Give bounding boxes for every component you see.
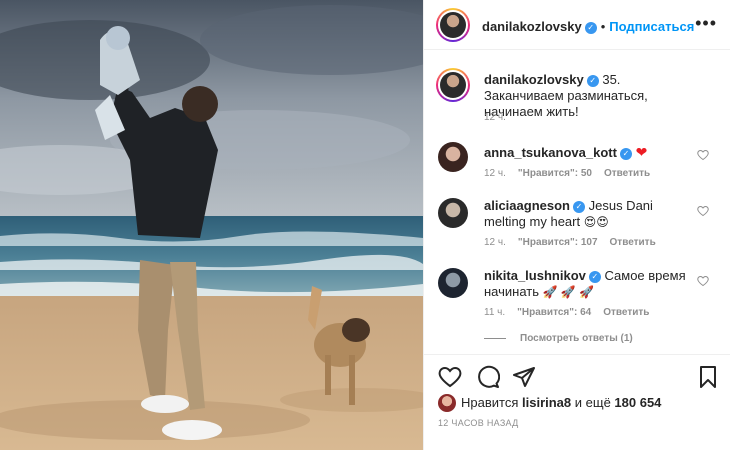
like-heart-icon[interactable] — [438, 365, 462, 389]
save-bookmark-icon[interactable] — [696, 365, 720, 389]
comment-likes[interactable]: "Нравится": 64 — [517, 307, 591, 318]
action-bar — [424, 354, 730, 399]
comment-text: aliciaagneson ✓ Jesus Dani melting my hea… — [484, 198, 694, 230]
liker-username[interactable]: lisirina8 — [522, 395, 571, 410]
likes-summary: Нравится lisirina8 и ещё 180 654 — [438, 394, 661, 412]
view-replies-label: Посмотреть ответы (1) — [520, 333, 633, 344]
share-paper-plane-icon[interactable] — [512, 365, 536, 389]
comment-avatar[interactable] — [438, 142, 468, 172]
author-avatar[interactable] — [436, 8, 470, 42]
likes-middle: и ещё — [574, 395, 611, 410]
red-heart-emoji: ❤ — [635, 144, 648, 160]
comment-username[interactable]: anna_tsukanova_kott — [484, 145, 617, 160]
post-header: danilakozlovsky ✓ • Подписаться ••• — [424, 0, 730, 50]
verified-badge-icon: ✓ — [619, 148, 632, 160]
caption-time[interactable]: 12 ч. — [484, 112, 506, 123]
like-comment-heart-icon[interactable] — [697, 274, 709, 287]
verified-badge-icon: ✓ — [588, 271, 601, 283]
verified-badge-icon: ✓ — [572, 201, 585, 213]
rocket-emoji: 🚀 🚀 🚀 — [542, 285, 595, 299]
separator-dot: • — [600, 19, 606, 34]
like-comment-heart-icon[interactable] — [697, 204, 709, 217]
liker-avatar[interactable] — [438, 394, 456, 412]
like-comment-heart-icon[interactable] — [697, 148, 709, 161]
comment-time[interactable]: 12 ч. — [484, 168, 506, 179]
replies-divider — [484, 337, 506, 339]
more-options-icon[interactable]: ••• — [695, 13, 717, 34]
likes-count[interactable]: 180 654 — [614, 395, 661, 410]
comment-meta: 11 ч. "Нравится": 64 Ответить — [484, 307, 661, 318]
comment-bubble-icon[interactable] — [476, 365, 501, 389]
comment-meta: 12 ч. "Нравится": 50 Ответить — [484, 168, 662, 179]
likes-prefix: Нравится — [461, 395, 519, 410]
post-timestamp[interactable]: 12 ЧАСОВ НАЗАД — [438, 418, 519, 428]
caption-username[interactable]: danilakozlovsky — [484, 72, 584, 87]
caption-meta: 12 ч. — [484, 112, 518, 123]
comment-text: anna_tsukanova_kott ✓ ❤ — [484, 144, 694, 161]
comment-avatar[interactable] — [438, 268, 468, 298]
view-replies-button[interactable]: Посмотреть ответы (1) — [484, 333, 633, 344]
reply-button[interactable]: Ответить — [610, 237, 656, 248]
comment-meta: 12 ч. "Нравится": 107 Ответить — [484, 237, 668, 248]
comment-username[interactable]: nikita_lushnikov — [484, 268, 586, 283]
reply-button[interactable]: Ответить — [603, 307, 649, 318]
verified-badge-icon: ✓ — [584, 22, 597, 34]
post-sidebar: danilakozlovsky ✓ • Подписаться ••• danilak… — [423, 0, 730, 450]
verified-badge-icon: ✓ — [586, 75, 599, 87]
header-username[interactable]: danilakozlovsky — [482, 19, 582, 34]
comment-likes[interactable]: "Нравится": 50 — [518, 168, 592, 179]
header-author-line: danilakozlovsky ✓ • Подписаться — [482, 18, 694, 36]
comment-time[interactable]: 11 ч. — [484, 307, 505, 318]
comment-text: nikita_lushnikov ✓ Самое время начинать 🚀… — [484, 268, 694, 300]
reply-button[interactable]: Ответить — [604, 168, 650, 179]
comment-username[interactable]: aliciaagneson — [484, 198, 570, 213]
comment-avatar[interactable] — [438, 198, 468, 228]
caption-avatar[interactable] — [436, 68, 470, 102]
post-photo[interactable] — [0, 0, 423, 450]
comment-likes[interactable]: "Нравится": 107 — [518, 237, 598, 248]
follow-button[interactable]: Подписаться — [609, 19, 694, 34]
comment-time[interactable]: 12 ч. — [484, 237, 506, 248]
heart-eyes-emoji: 😍😍 — [583, 215, 609, 229]
